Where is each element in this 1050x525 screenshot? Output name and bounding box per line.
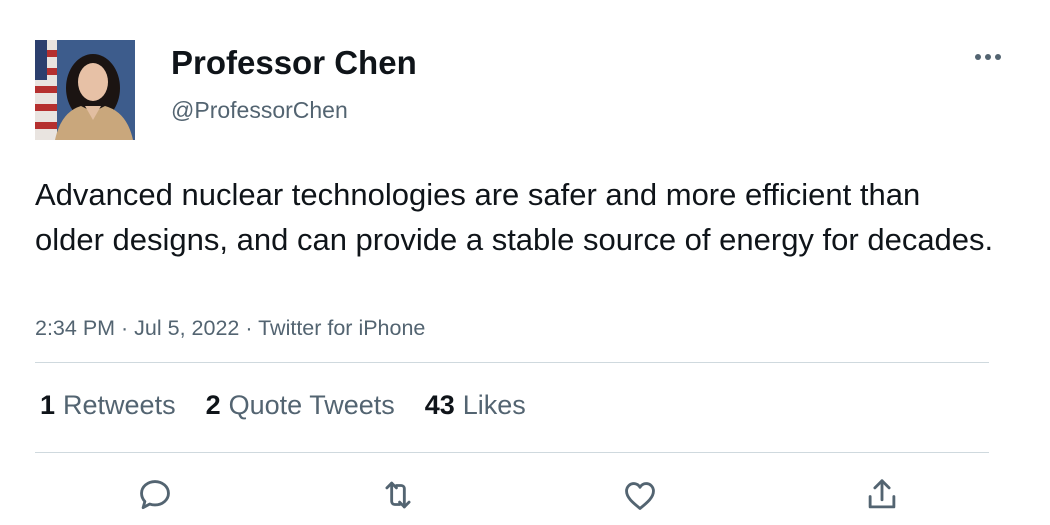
more-options-button[interactable] (968, 40, 1008, 74)
retweets-label: Retweets (63, 389, 176, 420)
likes-stat[interactable]: 43 Likes (425, 390, 526, 421)
author-display-name[interactable]: Professor Chen (171, 44, 417, 82)
tweet-text: Advanced nuclear technologies are safer … (35, 177, 994, 257)
share-icon (868, 479, 896, 509)
retweet-icon (385, 481, 411, 509)
reply-button[interactable] (130, 470, 180, 520)
engagement-stats: 1 Retweets 2 Quote Tweets 43 Likes (40, 388, 556, 422)
quote-tweets-stat[interactable]: 2 Quote Tweets (206, 390, 395, 421)
heart-icon (625, 482, 655, 510)
tweet-timestamp[interactable]: 2:34 PM · Jul 5, 2022 · (35, 316, 258, 340)
author-handle[interactable]: @ProfessorChen (171, 97, 348, 124)
quote-tweets-label: Quote Tweets (228, 389, 395, 420)
tweet-meta: 2:34 PM · Jul 5, 2022 · Twitter for iPho… (35, 316, 425, 341)
divider (35, 452, 989, 453)
likes-count: 43 (424, 389, 455, 420)
more-horizontal-icon (975, 54, 1001, 60)
avatar-image (35, 40, 135, 140)
retweets-count: 1 (40, 389, 56, 420)
action-bar (0, 470, 1050, 520)
divider (35, 362, 989, 363)
quote-tweets-count: 2 (205, 389, 221, 420)
like-button[interactable] (615, 470, 665, 520)
tweet-source-link[interactable]: Twitter for iPhone (258, 316, 425, 340)
reply-icon (140, 480, 170, 510)
share-button[interactable] (857, 470, 907, 520)
likes-label: Likes (462, 389, 526, 420)
retweet-button[interactable] (373, 470, 423, 520)
retweets-stat[interactable]: 1 Retweets (40, 390, 176, 421)
avatar[interactable] (35, 40, 135, 140)
